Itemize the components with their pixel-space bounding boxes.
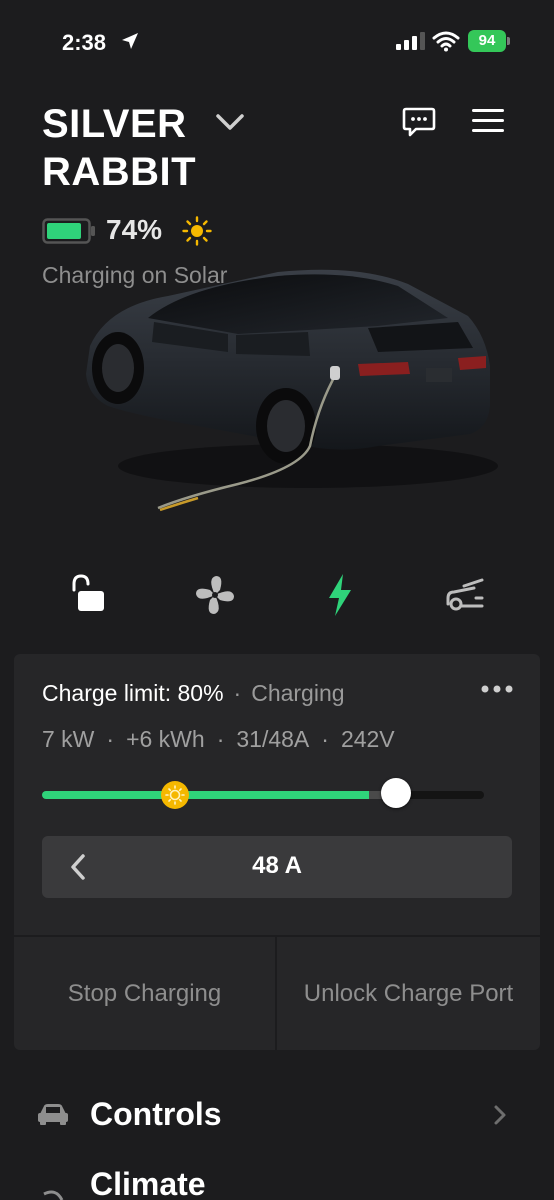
- phone-battery-indicator: 94: [468, 30, 506, 52]
- charge-limit-label: Charge limit: 80%: [42, 680, 224, 706]
- charge-limit-slider[interactable]: [42, 791, 484, 799]
- hamburger-menu-icon[interactable]: [470, 106, 506, 136]
- charge-current: 31/48A: [236, 726, 310, 752]
- charge-level-fill: [42, 791, 370, 799]
- charge-limit-line: Charge limit: 80% · Charging: [42, 680, 345, 707]
- cellular-signal-icon: [396, 32, 425, 50]
- battery-nub: [507, 37, 510, 45]
- car-name[interactable]: SILVER RABBIT: [42, 100, 222, 196]
- charge-limit-thumb[interactable]: [380, 778, 411, 808]
- location-arrow-icon: [122, 33, 138, 49]
- menu-item-controls[interactable]: Controls: [0, 1080, 554, 1150]
- charge-status-text: Charging on Solar: [42, 262, 228, 288]
- phone-battery-level: 94: [478, 32, 496, 49]
- vehicle-battery-percent: 74%: [106, 214, 163, 245]
- menu-item-label: Climate: [90, 1166, 206, 1200]
- chevron-down-icon[interactable]: [214, 110, 246, 134]
- menu-item-climate[interactable]: Climate: [0, 1150, 554, 1200]
- car-trunk-icon[interactable]: [440, 570, 490, 620]
- stop-charging-button[interactable]: Stop Charging: [14, 937, 275, 1050]
- wifi-icon: [432, 31, 460, 52]
- separator-dot: ·: [233, 680, 242, 706]
- charge-voltage: 242V: [340, 726, 395, 752]
- vehicle-battery-row: 74%: [42, 212, 262, 252]
- vehicle-image: [86, 269, 498, 512]
- car-icon: [38, 1104, 68, 1125]
- message-icon[interactable]: [402, 106, 436, 138]
- charging-state: Charging: [251, 680, 345, 706]
- solar-marker-icon: [160, 781, 189, 809]
- fan-icon[interactable]: [190, 570, 240, 620]
- more-options-icon[interactable]: [480, 684, 514, 694]
- charging-stats: 7 kW · +6 kWh · 31/48A · 242V: [42, 726, 395, 752]
- bolt-icon[interactable]: [315, 570, 365, 620]
- quick-controls-row: [0, 570, 554, 620]
- vehicle-battery-icon: [42, 218, 95, 244]
- charge-power: 7 kW: [42, 726, 95, 752]
- charge-amps-control[interactable]: 48 A: [42, 836, 512, 898]
- status-time: 2:38: [62, 30, 107, 55]
- energy-added: +6 kWh: [126, 726, 205, 752]
- unlock-charge-port-button[interactable]: Unlock Charge Port: [277, 937, 540, 1050]
- status-bar: 2:38 94: [0, 0, 554, 80]
- charge-amps-value: 48 A: [252, 852, 302, 879]
- menu-item-label: Controls: [90, 1096, 222, 1132]
- chevron-right-icon: [494, 1105, 506, 1125]
- charging-card: Charge limit: 80% · Charging 7 kW · +6 kWh · 3…: [14, 654, 540, 1050]
- unlocked-lock-icon[interactable]: [64, 570, 114, 620]
- sun-icon: [182, 216, 212, 246]
- climate-icon: [43, 1190, 64, 1200]
